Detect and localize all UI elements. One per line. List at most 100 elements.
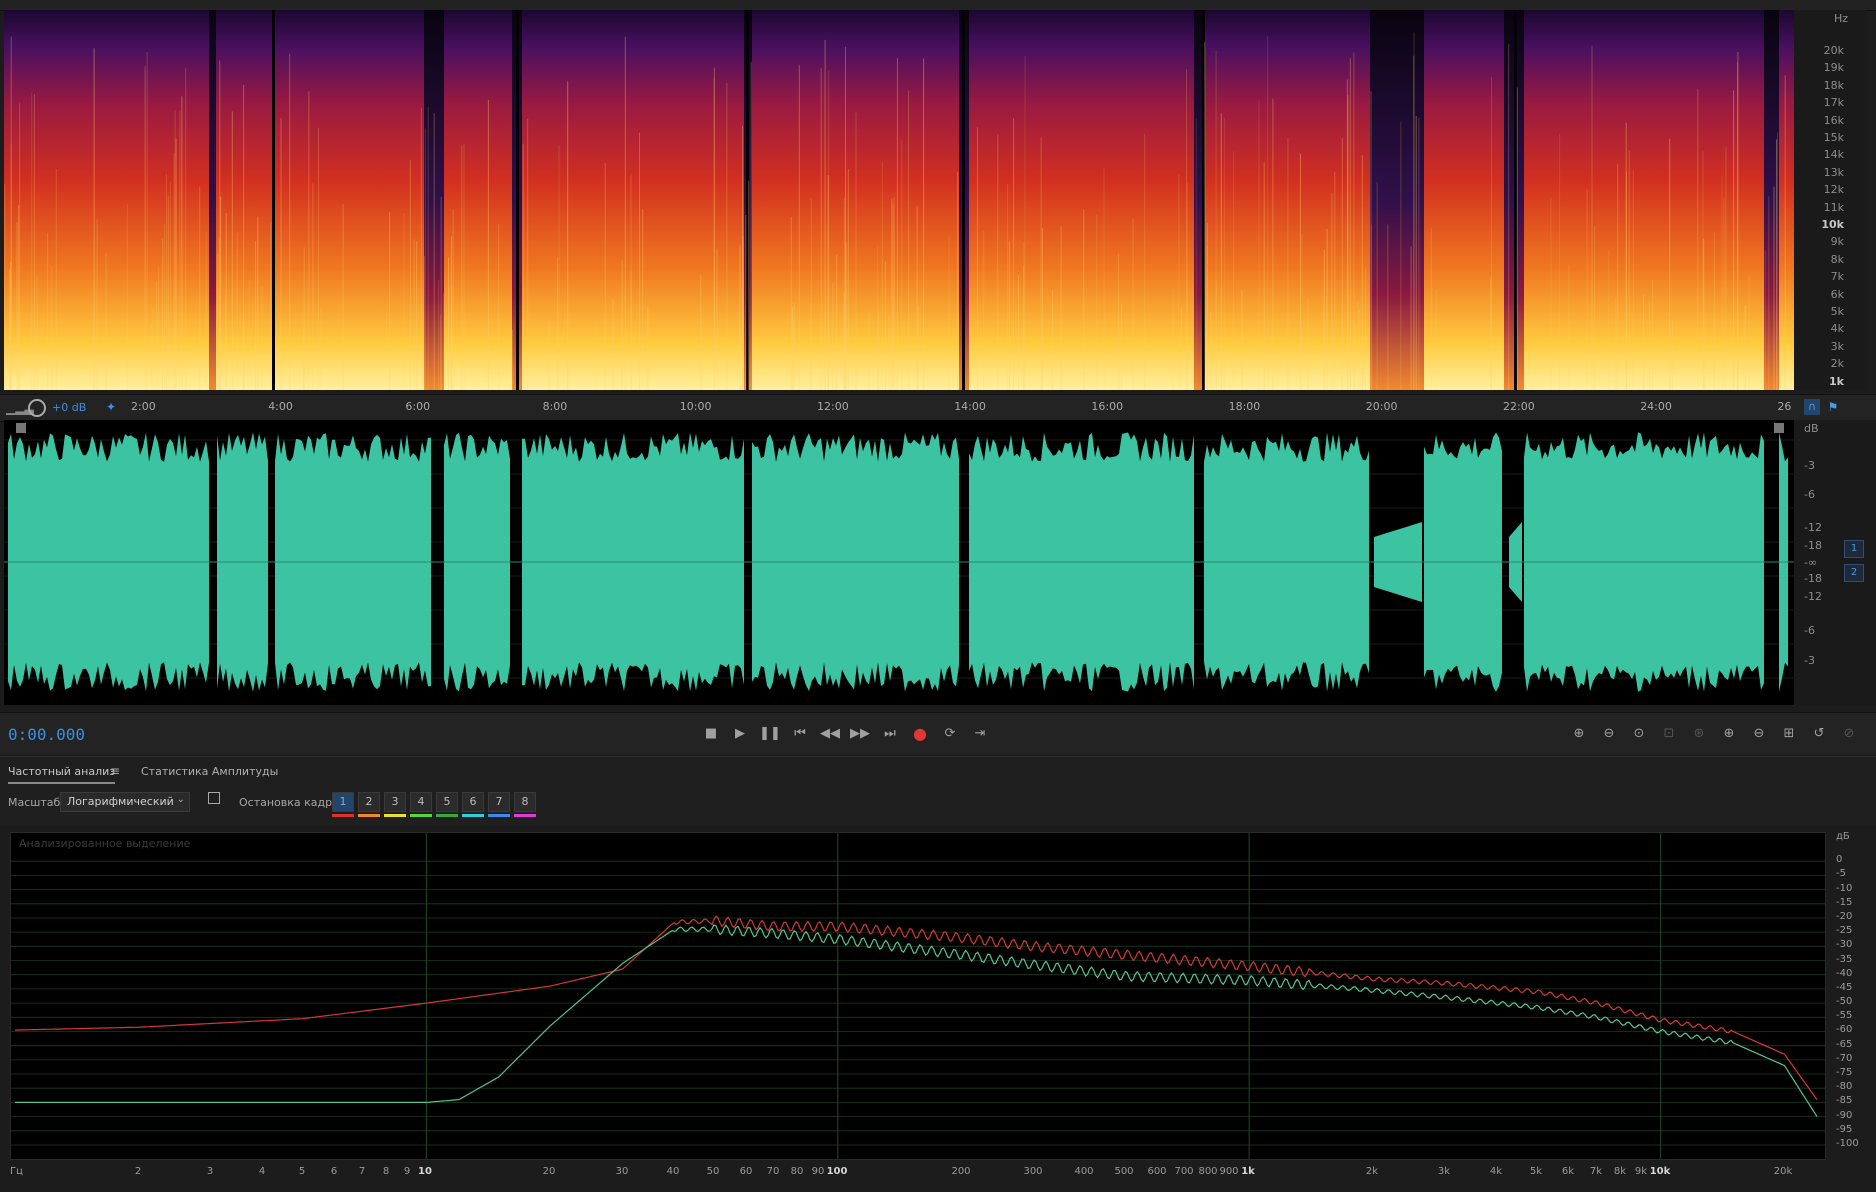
spectrogram-streak [1748,276,1750,390]
hz-tick-label: 4 [258,1166,266,1177]
headphones-icon[interactable]: ∩ [1804,399,1820,415]
zoom-out-time-icon[interactable]: ⊖ [1748,723,1770,745]
spectrogram-streak [1777,132,1778,390]
hz-tick-label: 70 [766,1166,780,1177]
waveform-display[interactable] [4,420,1794,705]
play-icon[interactable]: ▶ [729,723,751,745]
pin-icon[interactable]: ✦ [106,400,116,414]
spectrogram-streak [1594,226,1596,390]
freeze-frame-button-2[interactable]: 2 [358,792,380,812]
zoom-full-icon[interactable]: ⊞ [1778,723,1800,745]
frequency-analysis-chart[interactable]: Анализированное выделение [10,832,1826,1160]
time-ruler[interactable]: ▁▂▃ +0 dB ✦ 2:00 4:00 6:00 8:00 10:00 12:00 14… [0,394,1876,422]
spectrogram-streak [881,161,883,390]
tab-frequency-analysis[interactable]: Частотный анализ [8,765,116,784]
panel-menu-icon[interactable]: ≡ [110,764,120,778]
freq-label: 11k [1823,200,1844,214]
spectrogram-streak [1415,116,1417,390]
spectrogram-streak [440,314,442,390]
freeze-frame-button-7[interactable]: 7 [488,792,510,812]
zoom-reset-icon[interactable]: ⊙ [1628,723,1650,745]
channel-2-button[interactable]: 2 [1844,564,1864,582]
current-time-display[interactable]: 0:00.000 [8,725,85,744]
db-tick-label: 0 [1836,854,1843,865]
spectrogram-streak [1220,113,1222,390]
spectrogram-streak [748,180,750,390]
spectrogram-streak [342,204,344,390]
time-label: 22:00 [1503,400,1535,413]
zoom-fit-icon[interactable]: ⊛ [1688,723,1710,745]
goto-end-icon[interactable]: ⏭ [879,723,901,745]
hz-tick-label: 40 [666,1166,680,1177]
tab-amplitude-statistics[interactable]: Статистика Амплитуды [141,765,278,778]
spectrogram-streak [389,211,391,390]
stop-icon[interactable]: ■ [700,723,722,745]
hz-tick-label: 5k [1529,1166,1543,1177]
spectrogram-streak [716,248,718,390]
zoom-in-amplitude-icon[interactable]: ⊕ [1568,723,1590,745]
spectrogram-streak [169,181,171,390]
panel-tabs: Частотный анализ ≡ Статистика Амплитуды [0,756,1876,787]
spectrogram-streak [1617,163,1619,390]
spectrogram-streak [96,219,98,390]
spectrogram-streak [1387,224,1389,390]
pause-icon[interactable]: ❚❚ [759,723,781,745]
spectrogram-streak [146,52,148,390]
spectrogram-streak [413,239,415,390]
freq-label: 2k [1830,357,1844,371]
spectrogram-streak [1559,133,1561,390]
fade-out-handle[interactable] [1774,423,1784,433]
loop-icon[interactable]: ⟳ [939,723,961,745]
spectrogram-streak [843,197,845,390]
freeze-frame-button-8[interactable]: 8 [514,792,536,812]
goto-start-icon[interactable]: ⏮ [789,723,811,745]
freq-label: 5k [1830,305,1844,318]
gain-value[interactable]: +0 dB [52,401,86,414]
spectrogram-streak [1784,75,1786,390]
zoom-in-time-icon[interactable]: ⊕ [1718,723,1740,745]
freeze-frame-button-3[interactable]: 3 [384,792,406,812]
db-tick-label: -55 [1836,1010,1853,1021]
spectrogram-streak [558,145,560,390]
freeze-frame-button-5[interactable]: 5 [436,792,458,812]
fade-in-handle[interactable] [16,423,26,433]
time-label: 6:00 [405,400,431,413]
spectrogram-streak [1323,250,1325,390]
gain-knob-icon[interactable] [28,399,46,417]
freeze-frame-button-4[interactable]: 4 [410,792,432,812]
fast-forward-icon[interactable]: ▶▶ [849,723,871,745]
spectrogram-streak [512,330,513,390]
hz-tick-label: 100 [826,1166,848,1177]
freeze-frame-button-6[interactable]: 6 [462,792,484,812]
skip-icon[interactable]: ⇥ [969,723,991,745]
spectrogram-streak [231,111,233,390]
spectrogram-streak [896,58,898,390]
zoom-out-amplitude-icon[interactable]: ⊖ [1598,723,1620,745]
spectrogram-streak [1353,52,1355,390]
scale-dropdown[interactable]: Логарифмический ⌄ [60,792,190,812]
channel-1-button[interactable]: 1 [1844,540,1864,558]
zoom-history-icon[interactable]: ↺ [1808,723,1830,745]
time-label: 26 [1777,400,1792,413]
spectrogram-streak [1744,305,1746,390]
spectral-frequency-display[interactable] [4,10,1794,390]
rewind-icon[interactable]: ◀◀ [819,723,841,745]
spectrogram-streak [888,314,890,390]
freq-label: 8k [1830,252,1844,266]
spectrogram-streak [312,183,314,390]
freq-label: 12k [1823,183,1844,197]
zoom-other-icon[interactable]: ⊘ [1838,723,1860,745]
record-icon[interactable]: ● [909,723,931,745]
spectrogram-streak [1704,329,1706,390]
spectrogram-streak [255,240,256,390]
spectrogram-streak [917,306,919,390]
freeze-frame-button-1[interactable]: 1 [332,792,354,812]
spectrogram-streak [303,247,305,390]
spectrogram-streak [1024,55,1026,390]
freeze-options-icon[interactable] [208,792,220,804]
db-tick-label: -45 [1836,982,1853,993]
marker-icon[interactable]: ⚑ [1826,399,1840,415]
freq-label: 13k [1823,165,1844,179]
freeze-frame-color [462,814,484,817]
zoom-selection-icon[interactable]: ⊡ [1658,723,1680,745]
